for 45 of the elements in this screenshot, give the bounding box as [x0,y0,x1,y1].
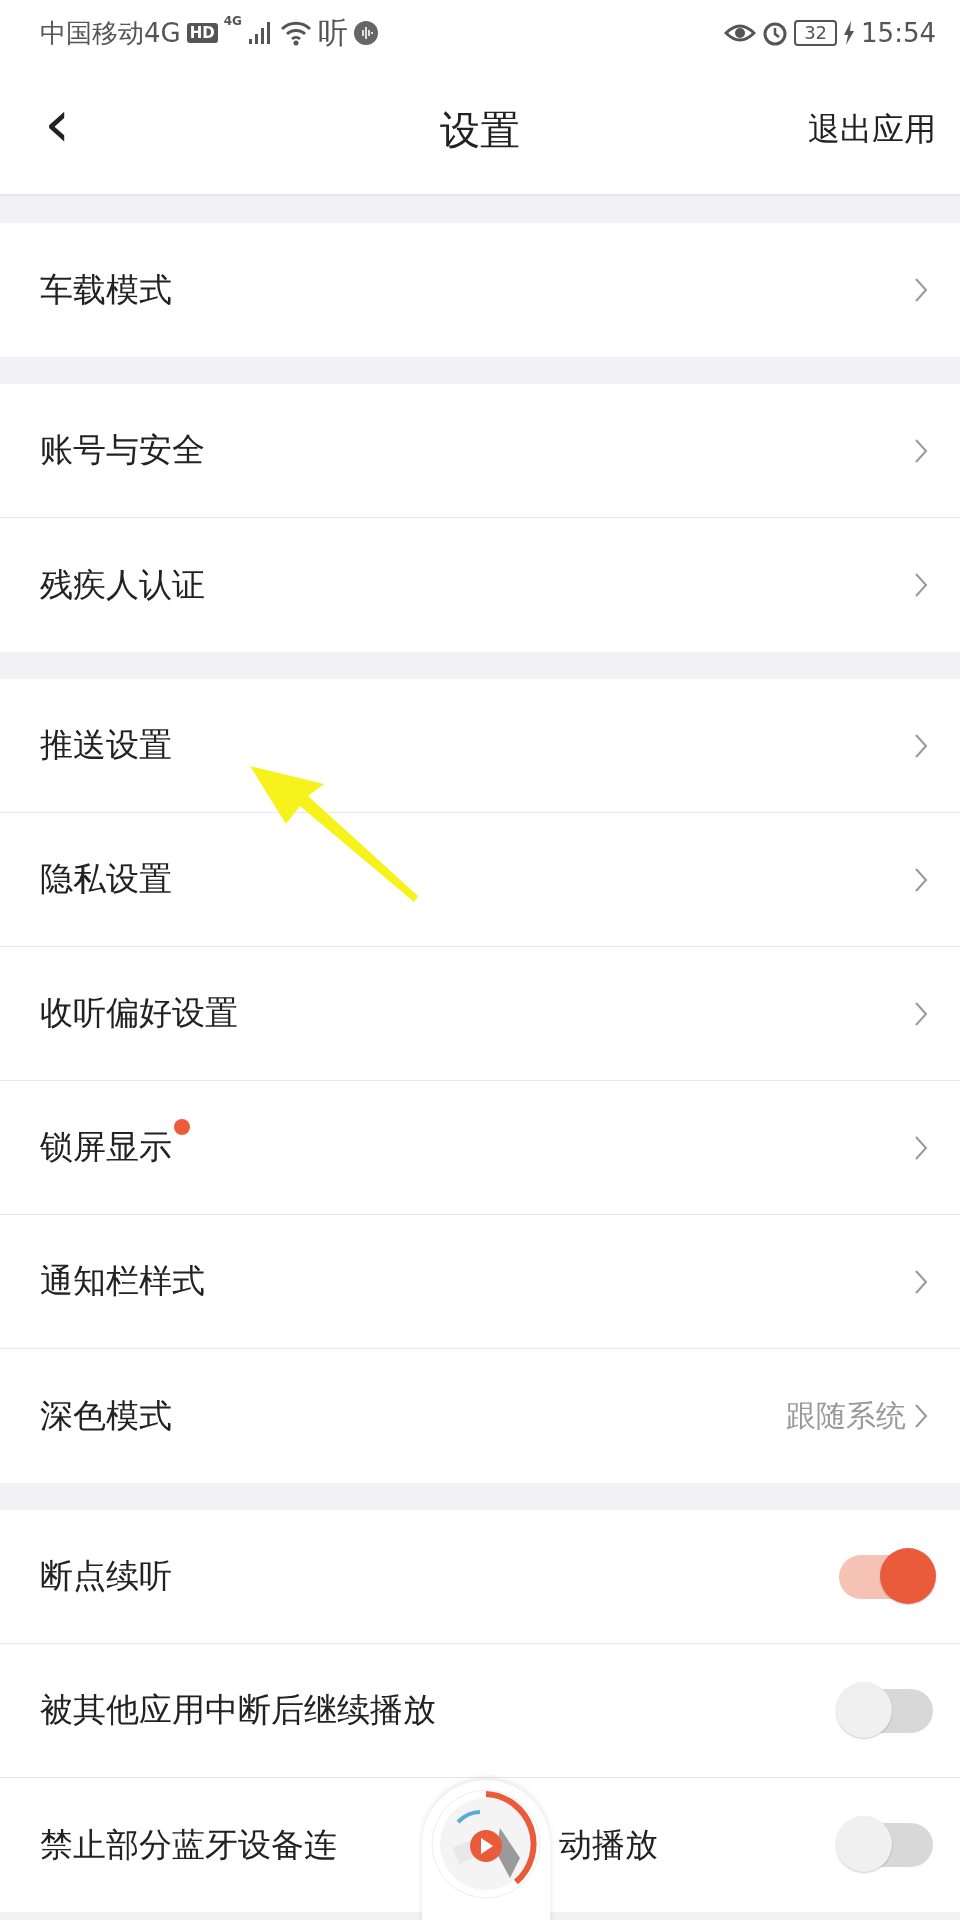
settings-row[interactable]: 深色模式 跟随系统 [0,1349,960,1483]
chevron-icon [914,732,928,759]
row-label: 动播放 [559,1823,658,1866]
row-label: 推送设置 [40,724,172,766]
row-label: 账号与安全 [40,429,205,471]
battery-level: 32 [794,20,838,46]
row-label: 车载模式 [40,268,172,311]
app-glyph: 听 [317,13,348,52]
row-label: 收听偏好设置 [40,992,238,1034]
wifi-icon [279,20,312,46]
row-label: 深色模式 [40,1394,172,1437]
chevron-icon [914,1000,928,1027]
row-label: 断点续听 [40,1555,172,1597]
back-button[interactable]: ‹ [0,91,111,169]
alarm-icon [762,20,789,46]
network-text: 4G [223,14,242,28]
chevron-icon [914,1134,928,1161]
settings-row[interactable]: 残疾人认证 [0,518,960,652]
row-value: 跟随系统 [786,1396,906,1435]
page-title: 设置 [440,105,520,155]
row-label: 锁屏显示 [40,1126,172,1168]
hd-badge: HD [186,23,218,43]
row-label: 隐私设置 [40,858,172,900]
settings-row[interactable]: 车载模式 [0,223,960,357]
mini-player[interactable] [422,1780,550,1920]
eye-icon [724,21,757,45]
chevron-icon [914,1403,928,1429]
settings-row[interactable]: 锁屏显示 [0,1081,960,1215]
voice-icon [353,21,378,45]
row-label: 残疾人认证 [40,563,205,606]
row-label: 被其他应用中断后继续播放 [40,1689,436,1731]
settings-row[interactable]: 账号与安全 [0,384,960,518]
charging-icon [843,21,856,45]
settings-row[interactable]: 收听偏好设置 [0,947,960,1081]
exit-app-button[interactable]: 退出应用 [784,108,960,152]
chevron-icon [914,572,928,598]
chevron-icon [914,437,928,464]
row-label: 通知栏样式 [40,1260,205,1302]
carrier-text: 中国移动4G [40,16,181,50]
chevron-icon [914,866,928,893]
chevron-icon [914,1268,928,1295]
row-label: 禁止部分蓝牙设备连 [40,1823,337,1866]
clock-text: 15:54 [861,18,936,48]
chevron-icon [914,277,928,303]
settings-row[interactable]: 通知栏样式 [0,1215,960,1349]
